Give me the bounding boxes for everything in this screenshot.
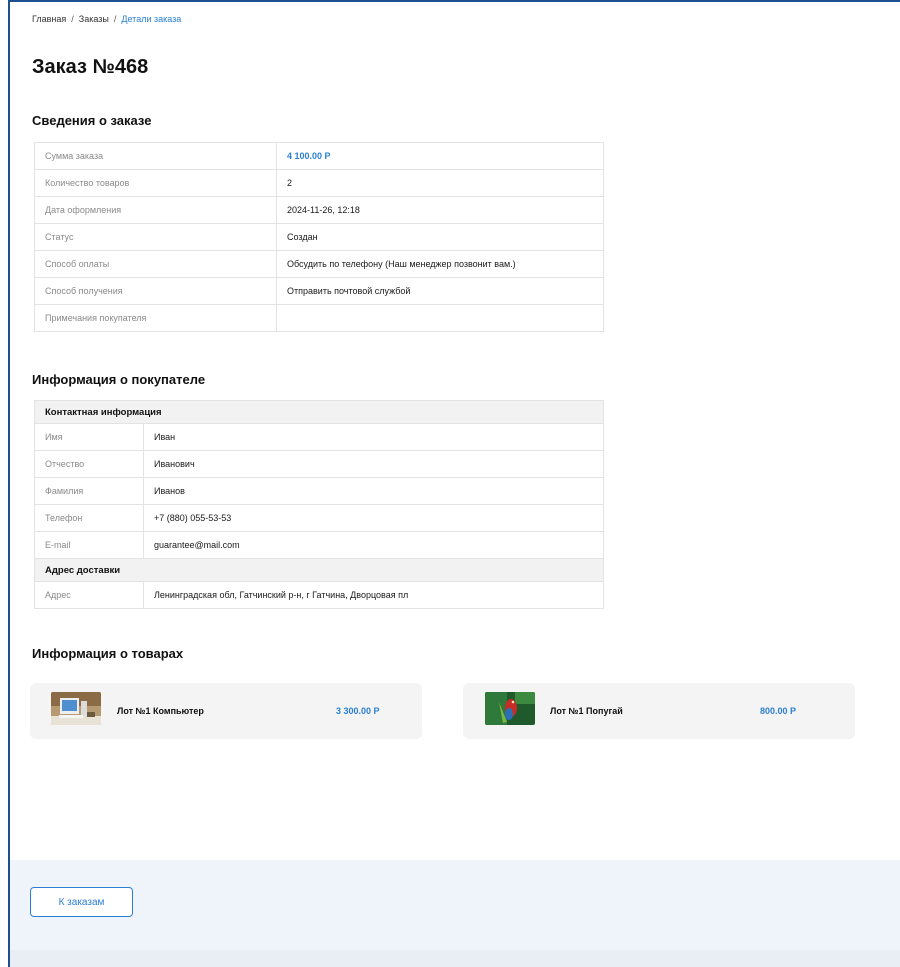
row-value: 2024-11-26, 12:18 [276, 196, 604, 224]
breadcrumb-home[interactable]: Главная [32, 14, 66, 24]
buyer-row-phone: Телефон +7 (880) 055-53-53 [34, 504, 604, 532]
row-label: Фамилия [34, 477, 144, 505]
buyer-row-name: Имя Иван [34, 423, 604, 451]
row-label: E-mail [34, 531, 144, 559]
product-image-computer[interactable] [51, 692, 101, 725]
product-name[interactable]: Лот №1 Попугай [550, 706, 623, 716]
row-value: Отправить почтовой службой [276, 277, 604, 305]
row-value: +7 (880) 055-53-53 [143, 504, 604, 532]
order-row-status: Статус Создан [34, 223, 604, 251]
buyer-row-email: E-mail guarantee@mail.com [34, 531, 604, 559]
row-label: Количество товаров [34, 169, 277, 197]
breadcrumb-orders[interactable]: Заказы [79, 14, 109, 24]
status-value: Создан [276, 223, 604, 251]
row-value: Иван [143, 423, 604, 451]
order-section-title: Сведения о заказе [32, 113, 152, 128]
product-image-parrot[interactable] [485, 692, 535, 725]
row-value: Иванович [143, 450, 604, 478]
order-row-quantity: Количество товаров 2 [34, 169, 604, 197]
footer-bar: К заказам [10, 860, 900, 950]
row-label: Адрес [34, 581, 144, 609]
row-value [276, 304, 604, 332]
order-row-delivery: Способ получения Отправить почтовой служ… [34, 277, 604, 305]
order-row-payment: Способ оплаты Обсудить по телефону (Наш … [34, 250, 604, 278]
footer-bottom-strip [10, 950, 900, 967]
page-title: Заказ №468 [32, 56, 149, 78]
row-value: Обсудить по телефону (Наш менеджер позво… [276, 250, 604, 278]
buyer-row-patronymic: Отчество Иванович [34, 450, 604, 478]
row-label: Телефон [34, 504, 144, 532]
row-label: Примечания покупателя [34, 304, 277, 332]
products-section-title: Информация о товарах [32, 646, 184, 661]
product-name[interactable]: Лот №1 Компьютер [117, 706, 204, 716]
row-label: Сумма заказа [34, 142, 277, 170]
row-label: Дата оформления [34, 196, 277, 224]
product-card[interactable]: Лот №1 Компьютер 3 300.00 Р [30, 683, 422, 739]
row-label: Отчество [34, 450, 144, 478]
buyer-row-address: Адрес Ленинградская обл, Гатчинский р-н,… [34, 581, 604, 609]
order-row-date: Дата оформления 2024-11-26, 12:18 [34, 196, 604, 224]
buyer-row-surname: Фамилия Иванов [34, 477, 604, 505]
breadcrumb: Главная / Заказы / Детали заказа [32, 14, 181, 24]
row-value: Ленинградская обл, Гатчинский р-н, г Гат… [143, 581, 604, 609]
main-content: Главная / Заказы / Детали заказа Заказ №468 … [10, 2, 900, 860]
breadcrumb-separator: / [71, 14, 74, 24]
buyer-section-title: Информация о покупателе [32, 372, 206, 387]
breadcrumb-separator: / [113, 14, 117, 24]
row-label: Способ оплаты [34, 250, 277, 278]
product-price: 800.00 Р [760, 706, 797, 716]
order-row-total: Сумма заказа 4 100.00 Р [34, 142, 604, 170]
group-title: Адрес доставки [34, 558, 604, 582]
row-value: Иванов [143, 477, 604, 505]
order-details-table: Сумма заказа 4 100.00 Р Количество товар… [34, 142, 604, 332]
back-to-orders-button[interactable]: К заказам [30, 887, 133, 917]
order-row-notes: Примечания покупателя [34, 304, 604, 332]
order-total-value: 4 100.00 Р [276, 142, 604, 170]
row-label: Статус [34, 223, 277, 251]
product-price: 3 300.00 Р [336, 706, 380, 716]
row-label: Способ получения [34, 277, 277, 305]
row-value: guarantee@mail.com [143, 531, 604, 559]
row-value: 2 [276, 169, 604, 197]
row-label: Имя [34, 423, 144, 451]
buyer-info-table: Контактная информация Имя Иван Отчество … [34, 400, 604, 609]
product-card[interactable]: Лот №1 Попугай 800.00 Р [463, 683, 855, 739]
contact-group-header: Контактная информация [34, 400, 604, 424]
group-title: Контактная информация [34, 400, 604, 424]
breadcrumb-current: Детали заказа [121, 14, 182, 24]
address-group-header: Адрес доставки [34, 558, 604, 582]
